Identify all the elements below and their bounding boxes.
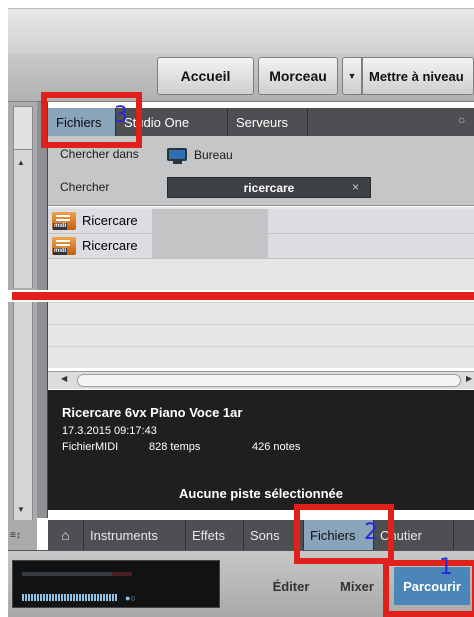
list-item-name: Ricercare [82,213,138,228]
clear-search-icon[interactable]: × [352,180,359,194]
scroll-up-icon[interactable]: ▲ [17,158,25,167]
list-cell [152,209,268,234]
search-icon[interactable]: ○ [458,113,465,127]
file-type: FichierMIDI [62,441,119,453]
results-list-continued [48,302,474,368]
vertical-scrollbar-bottom[interactable] [13,302,33,520]
mixer-button[interactable]: Mixer [332,567,382,605]
monitor-icon [167,148,187,161]
home-button[interactable]: Accueil [157,57,254,95]
tab-servers[interactable]: Serveurs [228,108,308,136]
scroll-right-icon[interactable]: ▶ [466,374,472,383]
file-beats: 828 temps [149,441,201,453]
panel-separator-bottom[interactable] [37,302,48,518]
look-in-value[interactable]: Bureau [194,148,233,162]
meter-bar-bottom [22,594,118,601]
left-panel-top [13,106,33,150]
meter-indicator-icon: ●○ [125,593,136,603]
tab-effects[interactable]: Effets [186,520,244,550]
list-item-name: Ricercare [82,238,138,253]
horizontal-scroll-thumb[interactable] [77,374,461,387]
vertical-scrollbar[interactable] [13,150,33,288]
layout-toggle-icon[interactable]: ≡↕ [10,530,21,541]
highlight-box-1 [383,560,474,617]
scroll-left-icon[interactable]: ◀ [61,374,67,383]
red-divider-line [12,292,474,300]
track-status: Aucune piste sélectionnée [179,486,343,501]
home-icon[interactable]: ⌂ [48,520,84,550]
file-title: Ricercare 6vx Piano Voce 1ar [62,405,243,420]
highlight-box-2 [294,504,394,564]
meter-bar-peak [112,572,132,576]
meter-bar-top [22,572,112,576]
file-notes: 426 notes [252,441,301,453]
song-button[interactable]: Morceau [258,57,338,95]
file-date: 17.3.2015 09:17:43 [62,425,157,437]
search-label: Chercher [60,180,110,194]
midi-file-icon: midi [52,237,76,255]
list-cell [152,234,268,259]
midi-file-icon: midi [52,212,76,230]
annotation-number-3: 3 [114,103,128,128]
update-button[interactable]: Mettre à niveau [362,57,474,95]
edit-button[interactable]: Éditer [262,567,320,605]
search-input[interactable]: ricercare [167,177,371,198]
scroll-down-icon[interactable]: ▼ [17,505,25,514]
chevron-down-icon[interactable]: ▼ [342,57,362,95]
annotation-number-2: 2 [364,520,378,545]
window-header [8,8,474,54]
tab-instruments[interactable]: Instruments [84,520,186,550]
look-in-label: Chercher dans [60,147,139,161]
annotation-number-1: 1 [439,555,453,580]
monitor-stand [173,161,182,164]
